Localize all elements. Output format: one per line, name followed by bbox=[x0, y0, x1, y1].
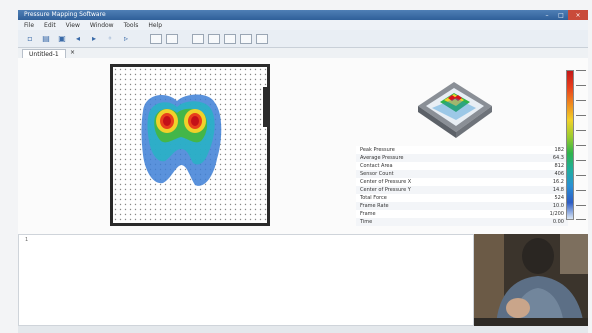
graph-panel-label: 1 bbox=[25, 237, 29, 243]
menu-view[interactable]: View bbox=[66, 22, 80, 29]
layout-button-2[interactable] bbox=[208, 33, 220, 44]
window-title: Pressure Mapping Software bbox=[24, 11, 106, 18]
play-icon[interactable]: ▹ bbox=[120, 34, 132, 44]
stat-row: Time 0.00 bbox=[356, 218, 568, 226]
forward-icon[interactable]: ▸ bbox=[88, 34, 100, 44]
minimize-button[interactable]: – bbox=[540, 10, 554, 20]
tab-close-icon[interactable]: × bbox=[70, 49, 75, 56]
layout-button-1[interactable] bbox=[192, 33, 204, 44]
menu-tools[interactable]: Tools bbox=[124, 22, 139, 29]
stat-row: Frame 1/200 bbox=[356, 210, 568, 218]
3d-preview[interactable] bbox=[414, 76, 496, 140]
tab-row: Untitled-1 × bbox=[18, 48, 588, 59]
open-icon[interactable]: ▤ bbox=[40, 34, 52, 44]
stat-row: Contact Area 812 bbox=[356, 162, 568, 170]
layout-button-5[interactable] bbox=[256, 33, 268, 44]
save-icon[interactable]: ▣ bbox=[56, 34, 68, 44]
view-3d-button[interactable] bbox=[166, 33, 178, 44]
pressure-heatmap bbox=[113, 67, 267, 223]
menu-edit[interactable]: Edit bbox=[44, 22, 56, 29]
layout-button-3[interactable] bbox=[224, 33, 236, 44]
status-bar bbox=[18, 326, 588, 333]
stat-row: Center of Pressure X 16.2 bbox=[356, 178, 568, 186]
menu-help[interactable]: Help bbox=[148, 22, 162, 29]
record-icon[interactable]: ◦ bbox=[104, 34, 116, 44]
close-button[interactable]: × bbox=[568, 10, 588, 20]
color-scale-ticks bbox=[576, 70, 588, 220]
title-bar: Pressure Mapping Software – □ × bbox=[18, 10, 588, 20]
stat-row: Average Pressure 64.3 bbox=[356, 154, 568, 162]
stats-table: Peak Pressure 182 Average Pressure 64.3 Co… bbox=[356, 146, 568, 234]
stat-row: Frame Rate 10.0 bbox=[356, 202, 568, 210]
camera-view bbox=[474, 234, 588, 326]
menu-bar: File Edit View Window Tools Help bbox=[18, 20, 588, 30]
menu-window[interactable]: Window bbox=[90, 22, 114, 29]
back-icon[interactable]: ◂ bbox=[72, 34, 84, 44]
color-scale-bar bbox=[566, 70, 574, 220]
graph-panel[interactable]: 1 bbox=[18, 234, 474, 326]
stat-row: Center of Pressure Y 14.8 bbox=[356, 186, 568, 194]
menu-file[interactable]: File bbox=[24, 22, 34, 29]
maximize-button[interactable]: □ bbox=[554, 10, 568, 20]
layout-button-4[interactable] bbox=[240, 33, 252, 44]
stat-row: Peak Pressure 182 bbox=[356, 146, 568, 154]
pressure-map[interactable] bbox=[110, 64, 270, 226]
new-icon[interactable]: ▫ bbox=[24, 34, 36, 44]
stat-row: Total Force 524 bbox=[356, 194, 568, 202]
window-controls: – □ × bbox=[540, 10, 588, 20]
toolbar: ▫ ▤ ▣ ◂ ▸ ◦ ▹ bbox=[18, 30, 588, 48]
stat-row: Sensor Count 406 bbox=[356, 170, 568, 178]
view-2d-button[interactable] bbox=[150, 33, 162, 44]
